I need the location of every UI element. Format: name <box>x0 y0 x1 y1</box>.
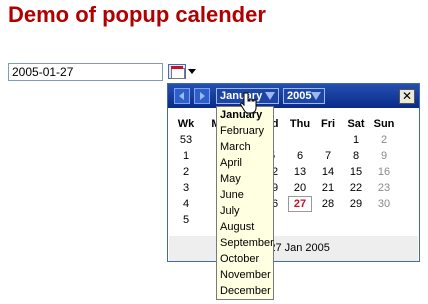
week-row: 5 <box>168 212 419 228</box>
month-option-september[interactable]: September <box>217 235 274 251</box>
triangle-right-icon <box>200 92 205 100</box>
day-cell[interactable]: 13 <box>288 164 312 180</box>
week-number: 5 <box>182 214 190 226</box>
calendar-footer-date: u, 27 Jan 2005 <box>169 236 418 261</box>
week-number-header: Wk <box>177 118 195 130</box>
day-cell[interactable]: 2 <box>372 132 396 148</box>
week-number: 53 <box>179 134 193 146</box>
weekday-header-row: Wk M ed Thu Fri Sat Sun <box>168 116 419 132</box>
month-option-june[interactable]: June <box>217 187 273 203</box>
today-cell[interactable]: 27 <box>288 196 312 212</box>
month-option-may[interactable]: May <box>217 171 273 187</box>
month-option-february[interactable]: February <box>217 123 273 139</box>
weekday-header-thu: Thu <box>289 118 311 130</box>
week-row: 3 19 20 21 22 23 <box>168 180 419 196</box>
day-cell[interactable]: 22 <box>344 180 368 196</box>
triangle-left-icon <box>179 92 184 100</box>
day-cell[interactable]: 20 <box>288 180 312 196</box>
close-button[interactable]: ✕ <box>399 89 415 104</box>
calendar-grid: Wk M ed Thu Fri Sat Sun 53 1 2 1 5 6 7 8… <box>168 116 419 228</box>
calendar-icon[interactable] <box>168 64 186 79</box>
date-input[interactable]: 2005-01-27 <box>8 63 163 81</box>
chevron-down-icon <box>311 92 321 100</box>
day-cell[interactable]: 9 <box>372 148 396 164</box>
chevron-down-icon <box>265 92 275 100</box>
day-cell[interactable]: 21 <box>316 180 340 196</box>
month-option-march[interactable]: March <box>217 139 273 155</box>
day-cell[interactable]: 1 <box>344 132 368 148</box>
week-row: 1 5 6 7 8 9 <box>168 148 419 164</box>
year-select-value: 2005 <box>287 90 312 102</box>
month-option-july[interactable]: July <box>217 203 273 219</box>
close-icon: ✕ <box>401 89 413 103</box>
week-row: 4 26 27 28 29 30 <box>168 196 419 212</box>
calendar-header: January 2005 ✕ <box>168 84 419 108</box>
day-cell[interactable]: 14 <box>316 164 340 180</box>
day-cell[interactable]: 15 <box>344 164 368 180</box>
day-cell[interactable]: 30 <box>372 196 396 212</box>
month-option-december[interactable]: December <box>217 283 273 299</box>
weekday-header-sat: Sat <box>347 118 365 130</box>
hand-pointer-icon <box>240 92 257 114</box>
day-cell[interactable]: 7 <box>316 148 340 164</box>
week-row: 53 1 2 <box>168 132 419 148</box>
year-select[interactable]: 2005 <box>283 88 325 104</box>
weekday-header-sun: Sun <box>373 118 395 130</box>
calendar-trigger-button[interactable] <box>168 64 198 80</box>
calendar-popup: January 2005 ✕ Wk M ed Thu Fri Sat Sun 5… <box>167 83 420 262</box>
month-option-august[interactable]: August <box>217 219 273 235</box>
week-row: 2 12 13 14 15 16 <box>168 164 419 180</box>
day-cell[interactable]: 28 <box>316 196 340 212</box>
week-number: 3 <box>182 182 190 194</box>
month-dropdown-list: January February March April May June Ju… <box>216 106 274 300</box>
month-option-april[interactable]: April <box>217 155 273 171</box>
next-month-button[interactable] <box>194 88 210 104</box>
week-number: 1 <box>182 150 190 162</box>
page-title: Demo of popup calender <box>8 2 266 27</box>
day-cell[interactable]: 23 <box>372 180 396 196</box>
prev-month-button[interactable] <box>174 88 190 104</box>
week-number: 2 <box>182 166 190 178</box>
chevron-down-icon[interactable] <box>188 69 196 74</box>
month-option-november[interactable]: November <box>217 267 273 283</box>
day-cell[interactable]: 6 <box>288 148 312 164</box>
day-cell[interactable]: 16 <box>372 164 396 180</box>
month-option-october[interactable]: October <box>217 251 273 267</box>
week-number: 4 <box>182 198 190 210</box>
weekday-header-fri: Fri <box>320 118 336 130</box>
day-cell[interactable]: 29 <box>344 196 368 212</box>
day-cell[interactable]: 8 <box>344 148 368 164</box>
